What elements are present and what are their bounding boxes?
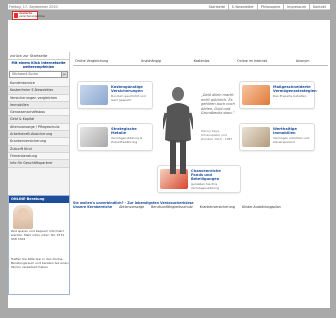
- quote-author: Danny Kaye, Schauspieler und Komiker 191…: [201, 129, 233, 141]
- card-title: Maßgeschneiderte Vermögensstrategien: [273, 85, 317, 94]
- card-title: Strategische Metalle: [111, 127, 137, 136]
- card-immobilien[interactable]: Werthaltige Immobilien Vermögen schützen…: [239, 123, 315, 151]
- card-metalle[interactable]: Strategische Metalle Vermögensbildung & …: [77, 123, 153, 151]
- tab-unabhaengig[interactable]: Unabhängig: [126, 58, 177, 65]
- online-consulting-title: ONLINE-Beratung: [9, 196, 69, 203]
- card-versicherungen[interactable]: Kostengünstige Versicherungen Rundum ges…: [77, 81, 153, 109]
- card-subtitle: Das Ersparte behalten: [273, 94, 307, 98]
- hero-stage: Kostengünstige Versicherungen Rundum ges…: [73, 67, 328, 200]
- tab-online-vergleichung[interactable]: Online Vergleichung: [73, 58, 126, 65]
- right-frame: [330, 10, 336, 308]
- search-button[interactable]: go: [61, 72, 67, 77]
- sidebar-item-newsletter[interactable]: Kostenfreier E-Newsletter: [8, 87, 69, 95]
- tab-kostenlos[interactable]: Kostenlos: [176, 58, 227, 65]
- nav-newsletter[interactable]: E-Newsletter: [228, 4, 257, 10]
- nav-kontakt[interactable]: Kontakt: [309, 4, 329, 10]
- page: Freitag, 17. September 2010 Startseite E…: [0, 0, 336, 318]
- logo[interactable]: deutsche versicherungsbörse: [12, 11, 45, 20]
- card-subtitle: Vermögen schützen und steuersparend: [273, 136, 310, 144]
- card-subtitle: Rundum geschützt und Geld gespart!: [111, 94, 146, 102]
- card-vermoegensstrategien[interactable]: Maßgeschneiderte Vermögensstrategien Das…: [239, 81, 317, 109]
- sidebar-item-kundenservice[interactable]: Kundenservice: [8, 80, 69, 88]
- ad-link-berufsunfaehigkeit[interactable]: Berufsunfähigkeitsschutz: [151, 205, 193, 209]
- sidebar-item-genossenschaftsbau[interactable]: Genossenschaftsbau: [8, 109, 69, 117]
- sidebar-item-arbeitskraft[interactable]: Arbeitskraft-Absicherung: [8, 131, 69, 139]
- nav-startseite[interactable]: Startseite: [206, 4, 229, 10]
- online-consulting-box[interactable]: ONLINE-Beratung Zeit sparen und bequem i…: [8, 195, 70, 295]
- metals-image: [80, 127, 108, 147]
- sidebar-item-immobilien[interactable]: Immobilien: [8, 101, 69, 110]
- logo-mark-icon: [14, 13, 18, 18]
- tab-online-internet[interactable]: Online im Internet: [227, 58, 278, 65]
- consultant-photo: [13, 205, 33, 229]
- search-placeholder: Stichwort-Suche: [12, 72, 38, 76]
- nav-philosophie[interactable]: Philosophie: [256, 4, 283, 10]
- quote-text: „Geld allein macht nicht glücklich. Es g…: [201, 93, 235, 115]
- card-title: Chancenreiche Fonds und Beteiligungen: [191, 169, 221, 182]
- card-subtitle: Vermögensbildung & Zukunftswährung: [111, 136, 143, 144]
- recommend-link[interactable]: Mit einem Klick Internetseite weiterempf…: [8, 60, 69, 70]
- sidebar-item-geld-kapital[interactable]: Geld & Kapital: [8, 116, 69, 124]
- ad-link-aktienvorsorge[interactable]: Aktienvorsorge: [119, 205, 144, 209]
- feature-tabs: Online Vergleichung Unabhängig Kostenlos…: [73, 58, 328, 66]
- card-title: Werthaltige Immobilien: [273, 127, 297, 136]
- sidebar-item-firmenberatung[interactable]: Firmenberatung: [8, 152, 69, 161]
- date-bar: Freitag, 17. September 2010 Startseite E…: [8, 4, 330, 10]
- tab-anonym[interactable]: Anonym: [277, 58, 328, 65]
- sidebar-item-geschaeftspartner[interactable]: Info für Geschäftspartner: [8, 160, 69, 168]
- nav-impressum[interactable]: Impressum: [283, 4, 309, 10]
- left-frame: [0, 10, 8, 308]
- bottom-frame: [0, 308, 336, 318]
- sidebar-item-zukunft-kind[interactable]: Zukunft Kind: [8, 145, 69, 153]
- top-nav: Startseite E-Newsletter Philosophie Impr…: [206, 4, 329, 10]
- ad-link-kinder[interactable]: Kinder-Ausbildungsplan: [242, 205, 281, 209]
- logo-text: deutsche versicherungsbörse: [19, 12, 45, 19]
- sidebar-menu: Kundenservice Kostenfreier E-Newsletter …: [8, 80, 69, 168]
- sidebar-item-altersvorsorge[interactable]: Altersvorsorge / Pflegeschutz: [8, 123, 69, 132]
- top-frame: Freitag, 17. September 2010 Startseite E…: [0, 0, 336, 20]
- date-text: Freitag, 17. September 2010: [9, 5, 58, 9]
- ad-links: Unsere Kernbereiche Aktienvorsorge Beruf…: [73, 205, 328, 209]
- card-title: Kostengünstige Versicherungen: [111, 85, 143, 94]
- ad-link-krankenversicherung[interactable]: Krankenversicherung: [200, 205, 235, 209]
- card-subtitle: genießen Sie Ihre Vermögensbildung: [191, 182, 220, 190]
- ad-link-kernbereiche[interactable]: Unsere Kernbereiche: [73, 205, 112, 209]
- insurance-image: [80, 85, 108, 105]
- danny-kaye-portrait: [163, 87, 193, 174]
- sidebar-item-krankenversicherung[interactable]: Krankenversicherung: [8, 138, 69, 146]
- online-consulting-text-2: Treffen Sie bitte hier in den Online-Ber…: [11, 257, 69, 269]
- header: [8, 20, 330, 50]
- online-consulting-text: Zeit sparen und bequem informiert werden…: [11, 229, 65, 241]
- back-to-home-link[interactable]: zurück zur Startseite: [8, 52, 69, 60]
- property-image: [242, 127, 270, 147]
- strategy-image: [242, 85, 270, 105]
- search-input[interactable]: Stichwort-Suche go: [9, 71, 68, 78]
- sidebar-item-versicherungen[interactable]: Versicherungen vergleichen: [8, 94, 69, 102]
